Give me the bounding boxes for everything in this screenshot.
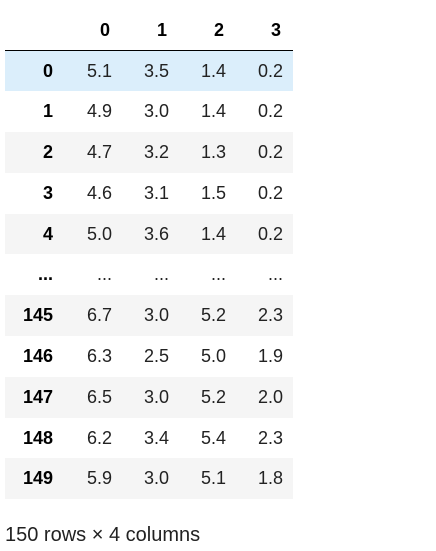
row-index: 149 (22, 468, 53, 489)
dataframe-shape-note: 150 rows × 4 columns (5, 524, 201, 546)
dataframe-output: 0 1 2 3 0 5.1 3.5 1.4 0.2 1 4.9 3.0 1.4 … (5, 10, 293, 500)
table-cell: 1.9 (257, 345, 283, 366)
table-cell: 3.2 (143, 141, 169, 162)
table-cell: 0.2 (257, 182, 283, 203)
row-index: 4 (42, 223, 53, 244)
row-index: 146 (22, 345, 53, 366)
table-cell: 1.5 (200, 182, 226, 203)
table-cell: 5.0 (200, 345, 226, 366)
table-row: 4 5.0 3.6 1.4 0.2 (5, 213, 293, 255)
table-row: 146 6.3 2.5 5.0 1.9 (5, 336, 293, 377)
table-cell: 2.3 (257, 305, 283, 326)
table-cell: 3.5 (143, 60, 169, 81)
table-cell: ... (96, 264, 112, 285)
table-cell: 1.4 (200, 60, 226, 81)
column-header-1: 1 (122, 10, 179, 51)
table-row: 2 4.7 3.2 1.3 0.2 (5, 132, 293, 173)
row-index: 0 (42, 60, 53, 81)
table-cell: 2.5 (143, 345, 169, 366)
table-body: 0 5.1 3.5 1.4 0.2 1 4.9 3.0 1.4 0.2 2 4.… (5, 50, 293, 500)
table-cell: 6.7 (86, 305, 112, 326)
table-row: 1 4.9 3.0 1.4 0.2 (5, 91, 293, 133)
row-index: 148 (22, 427, 53, 448)
table-cell: 3.0 (143, 305, 169, 326)
table-cell: 1.3 (200, 141, 226, 162)
table-cell: 1.4 (200, 223, 226, 244)
row-index: ... (37, 264, 53, 285)
table-cell: 2.0 (257, 386, 283, 407)
table-cell: 5.2 (200, 386, 226, 407)
table-row: 3 4.6 3.1 1.5 0.2 (5, 172, 293, 214)
table-row: 149 5.9 3.0 5.1 1.8 (5, 458, 293, 500)
table-cell: 2.3 (257, 427, 283, 448)
column-header-3: 3 (236, 10, 293, 51)
table-cell: ... (153, 264, 169, 285)
table-row: 145 6.7 3.0 5.2 2.3 (5, 295, 293, 337)
table-cell: 0.2 (257, 101, 283, 122)
row-index: 145 (22, 305, 53, 326)
table-cell: 3.0 (143, 101, 169, 122)
table-cell: ... (267, 264, 283, 285)
table-cell: 3.0 (143, 468, 169, 489)
table-cell: 5.2 (200, 305, 226, 326)
table-cell: 5.4 (200, 427, 226, 448)
table-cell: 6.3 (86, 345, 112, 366)
table-cell: 4.6 (86, 182, 112, 203)
table-cell: 4.9 (86, 101, 112, 122)
table-row: 147 6.5 3.0 5.2 2.0 (5, 376, 293, 418)
table-cell: 0.2 (257, 141, 283, 162)
table-cell: 3.0 (143, 386, 169, 407)
row-index: 2 (42, 141, 53, 162)
table-cell: 5.1 (86, 60, 112, 81)
table-cell: 0.2 (257, 60, 283, 81)
column-header-0: 0 (65, 10, 122, 51)
table-cell: 6.5 (86, 386, 112, 407)
table-cell: 5.9 (86, 468, 112, 489)
table-cell: 6.2 (86, 427, 112, 448)
table-header: 0 1 2 3 (5, 10, 293, 51)
table-cell: 1.4 (200, 101, 226, 122)
table-cell: ... (210, 264, 226, 285)
ellipsis-row: ... ... ... ... ... (5, 254, 293, 296)
table-cell: 5.1 (200, 468, 226, 489)
table-row: 0 5.1 3.5 1.4 0.2 (5, 50, 293, 92)
dataframe-table: 0 1 2 3 0 5.1 3.5 1.4 0.2 1 4.9 3.0 1.4 … (5, 10, 293, 500)
table-cell: 3.4 (143, 427, 169, 448)
table-cell: 3.1 (143, 182, 169, 203)
table-cell: 4.7 (86, 141, 112, 162)
header-index-corner (5, 10, 65, 51)
header-row: 0 1 2 3 (5, 10, 293, 51)
table-cell: 3.6 (143, 223, 169, 244)
table-row: 148 6.2 3.4 5.4 2.3 (5, 417, 293, 459)
row-index: 3 (42, 182, 53, 203)
table-cell: 0.2 (257, 223, 283, 244)
table-cell: 5.0 (86, 223, 112, 244)
row-index: 147 (22, 386, 53, 407)
table-cell: 1.8 (257, 468, 283, 489)
column-header-2: 2 (179, 10, 236, 51)
row-index: 1 (42, 101, 53, 122)
